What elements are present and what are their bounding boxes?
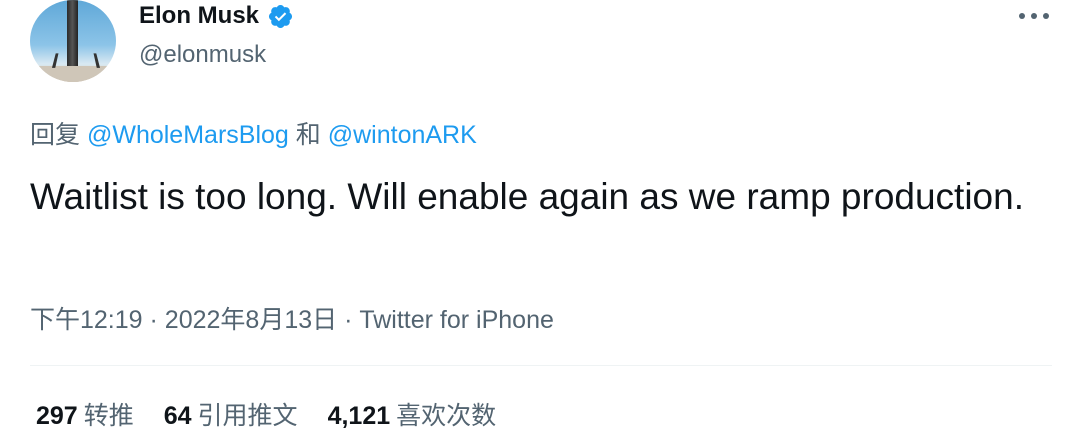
more-dot [1043,13,1049,19]
retweets-count: 297 [36,402,78,430]
avatar-ground [30,66,116,82]
mention-wholemarsblog[interactable]: @WholeMarsBlog [87,121,289,149]
tweet-meta: 下午12:19 · 2022年8月13日 · Twitter for iPhon… [30,300,554,336]
likes-label: 喜欢次数 [396,402,497,430]
tweet-source[interactable]: Twitter for iPhone [359,306,554,334]
meta-separator: · [344,306,353,334]
more-dot [1019,13,1025,19]
mention-wintonark[interactable]: @wintonARK [328,121,477,149]
avatar[interactable] [30,0,116,82]
engagement-stats: 297 转推 64 引用推文 4,121 喜欢次数 [36,396,496,432]
reply-joiner: 和 [295,121,321,149]
verified-badge-icon [268,4,293,28]
quote-tweets-stat[interactable]: 64 引用推文 [164,396,298,432]
quote-tweets-label: 引用推文 [197,402,298,430]
tweet-time[interactable]: 下午12:19 [30,306,143,334]
divider [30,365,1052,366]
tweet-text: Waitlist is too long. Will enable again … [30,176,1024,217]
author-name-row: Elon Musk [139,2,294,30]
more-options-icon[interactable] [1019,13,1053,23]
retweets-label: 转推 [83,402,134,430]
author-handle[interactable]: @elonmusk [139,41,266,69]
avatar-rocket [67,0,78,66]
author-name[interactable]: Elon Musk [139,2,259,30]
tweet-date[interactable]: 2022年8月13日 [165,306,337,334]
reply-context: 回复 @WholeMarsBlog 和 @wintonARK [30,115,477,151]
quote-tweets-count: 64 [163,402,192,430]
likes-stat[interactable]: 4,121 喜欢次数 [328,396,497,432]
more-dot [1031,13,1037,19]
reply-prefix: 回复 [30,121,81,149]
meta-separator: · [149,306,158,334]
retweets-stat[interactable]: 297 转推 [36,396,134,432]
likes-count: 4,121 [327,402,391,430]
